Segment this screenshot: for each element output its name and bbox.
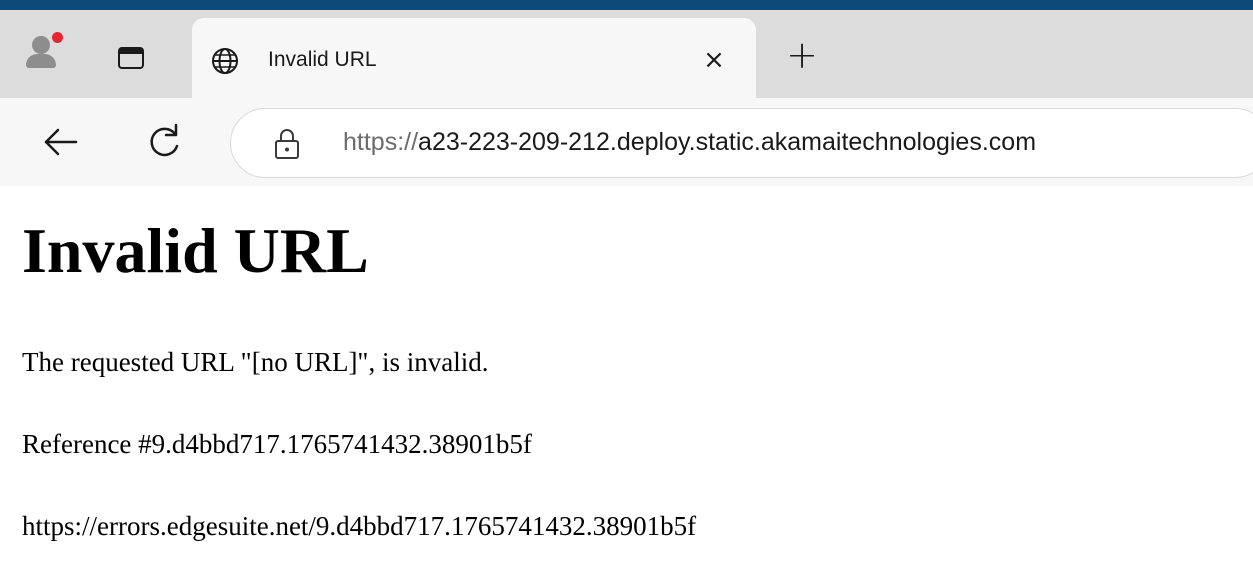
tab-title: Invalid URL: [268, 48, 377, 71]
tab-strip: Invalid URL × +: [0, 10, 1253, 98]
address-bar[interactable]: https://a23-223-209-212.deploy.static.ak…: [230, 108, 1253, 178]
url-host: a23-223-209-212.deploy.static.akamaitech…: [418, 128, 1037, 156]
error-reference-url: https://errors.edgesuite.net/9.d4bbd717.…: [22, 511, 697, 541]
page-title: Invalid URL: [22, 215, 369, 286]
tab-invalid-url[interactable]: Invalid URL ×: [192, 18, 756, 98]
reference-id: Reference #9.d4bbd717.1765741432.38901b5…: [22, 429, 532, 459]
url-text[interactable]: https://a23-223-209-212.deploy.static.ak…: [343, 128, 1036, 157]
refresh-icon[interactable]: [142, 120, 186, 164]
error-message: The requested URL "[no URL]", is invalid…: [22, 347, 489, 377]
profile-icon[interactable]: [24, 32, 64, 72]
page-content: Invalid URL The requested URL "[no URL]"…: [0, 186, 1253, 576]
new-tab-button[interactable]: +: [782, 35, 822, 75]
globe-icon: [212, 48, 238, 74]
lock-icon[interactable]: [271, 127, 303, 161]
tab-actions-icon[interactable]: [118, 47, 144, 69]
close-icon[interactable]: ×: [694, 40, 734, 80]
notification-dot: [52, 32, 63, 43]
back-arrow-icon[interactable]: [38, 120, 82, 164]
window-top-accent-bar: [0, 0, 1253, 10]
navigation-bar: https://a23-223-209-212.deploy.static.ak…: [0, 98, 1253, 186]
url-scheme: https://: [343, 128, 419, 156]
